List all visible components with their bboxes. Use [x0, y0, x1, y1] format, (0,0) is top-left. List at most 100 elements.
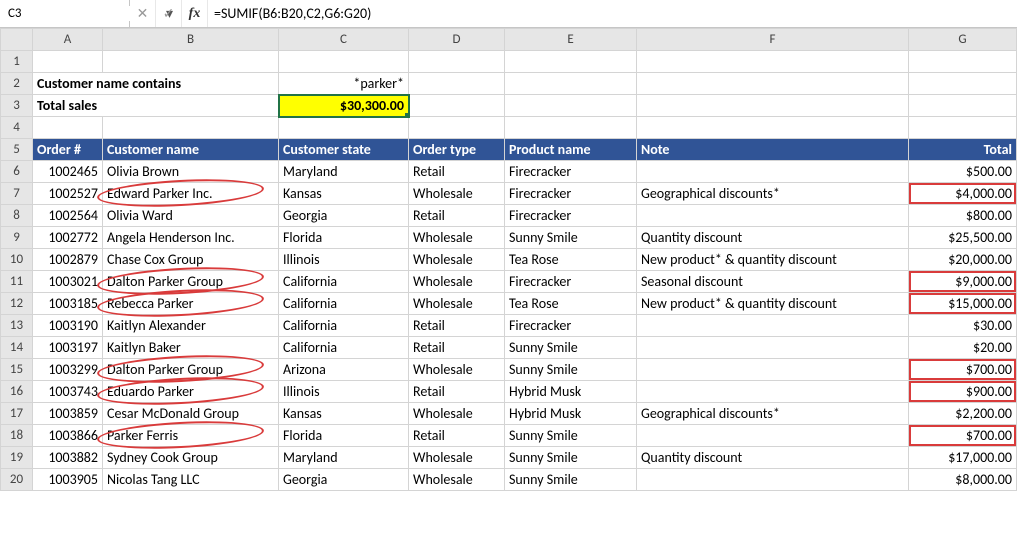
cell-total[interactable]: $15,000.00	[909, 293, 1017, 315]
cell-customer[interactable]: Olivia Brown	[103, 161, 279, 183]
cell-order[interactable]: 1003859	[33, 403, 103, 425]
cell[interactable]	[33, 51, 103, 73]
cell-order[interactable]: 1003743	[33, 381, 103, 403]
cell-note[interactable]	[637, 337, 909, 359]
col-header-E[interactable]: E	[505, 29, 637, 51]
cell-order[interactable]: 1003882	[33, 447, 103, 469]
enter-icon[interactable]: ✓	[156, 0, 182, 27]
cell[interactable]	[909, 95, 1017, 117]
cell-product[interactable]: Tea Rose	[505, 249, 637, 271]
row-header[interactable]: 10	[1, 249, 33, 271]
cell[interactable]	[505, 73, 637, 95]
cell-order[interactable]: 1002465	[33, 161, 103, 183]
cell[interactable]	[637, 117, 909, 139]
cell-customer[interactable]: Olivia Ward	[103, 205, 279, 227]
cell-type[interactable]: Wholesale	[409, 271, 505, 293]
cell[interactable]	[103, 117, 279, 139]
cell-order[interactable]: 1002527	[33, 183, 103, 205]
cell-note[interactable]: Quantity discount	[637, 227, 909, 249]
cell-product[interactable]: Hybrid Musk	[505, 403, 637, 425]
cell-product[interactable]: Hybrid Musk	[505, 381, 637, 403]
cell-total[interactable]: $4,000.00	[909, 183, 1017, 205]
row-header[interactable]: 16	[1, 381, 33, 403]
criteria-value-name[interactable]: *parker*	[279, 73, 409, 95]
cell-total[interactable]: $8,000.00	[909, 469, 1017, 491]
row-header[interactable]: 17	[1, 403, 33, 425]
cell-product[interactable]: Sunny Smile	[505, 227, 637, 249]
cell-type[interactable]: Wholesale	[409, 183, 505, 205]
cell-type[interactable]: Retail	[409, 315, 505, 337]
cell-product[interactable]: Sunny Smile	[505, 469, 637, 491]
select-all-corner[interactable]	[1, 29, 33, 51]
cell-product[interactable]: Firecracker	[505, 271, 637, 293]
criteria-label-total[interactable]: Total sales	[33, 95, 279, 117]
cell[interactable]	[909, 51, 1017, 73]
cell-type[interactable]: Wholesale	[409, 293, 505, 315]
col-header-G[interactable]: G	[909, 29, 1017, 51]
table-header-total[interactable]: Total	[909, 139, 1017, 161]
row-header[interactable]: 19	[1, 447, 33, 469]
cell[interactable]	[409, 95, 505, 117]
col-header-A[interactable]: A	[33, 29, 103, 51]
col-header-B[interactable]: B	[103, 29, 279, 51]
criteria-label-name[interactable]: Customer name contains	[33, 73, 279, 95]
row-header[interactable]: 15	[1, 359, 33, 381]
cell[interactable]	[637, 73, 909, 95]
cell-type[interactable]: Wholesale	[409, 447, 505, 469]
cell-order[interactable]: 1002772	[33, 227, 103, 249]
cell-total[interactable]: $17,000.00	[909, 447, 1017, 469]
cell-state[interactable]: Arizona	[279, 359, 409, 381]
cell-note[interactable]: Quantity discount	[637, 447, 909, 469]
cell-customer[interactable]: Chase Cox Group	[103, 249, 279, 271]
fx-icon[interactable]: fx	[182, 0, 208, 27]
cell-state[interactable]: Florida	[279, 227, 409, 249]
cell-customer[interactable]: Edward Parker Inc.	[103, 183, 279, 205]
cell-note[interactable]: Seasonal discount	[637, 271, 909, 293]
cell-state[interactable]: Maryland	[279, 161, 409, 183]
cell-order[interactable]: 1003866	[33, 425, 103, 447]
cell-total[interactable]: $30.00	[909, 315, 1017, 337]
cell-type[interactable]: Wholesale	[409, 227, 505, 249]
cell-total[interactable]: $800.00	[909, 205, 1017, 227]
cell-note[interactable]: Geographical discounts*	[637, 403, 909, 425]
cell-order[interactable]: 1003905	[33, 469, 103, 491]
cell-product[interactable]: Firecracker	[505, 315, 637, 337]
cancel-icon[interactable]: ✕	[130, 0, 156, 27]
cell-state[interactable]: California	[279, 293, 409, 315]
cell-product[interactable]: Sunny Smile	[505, 359, 637, 381]
cell-total[interactable]: $700.00	[909, 425, 1017, 447]
cell-customer[interactable]: Dalton Parker Group	[103, 359, 279, 381]
cell-note[interactable]: Geographical discounts*	[637, 183, 909, 205]
cell-customer[interactable]: Angela Henderson Inc.	[103, 227, 279, 249]
cell-total[interactable]: $700.00	[909, 359, 1017, 381]
cell[interactable]	[637, 95, 909, 117]
cell-note[interactable]	[637, 205, 909, 227]
cell-type[interactable]: Retail	[409, 161, 505, 183]
cell-state[interactable]: California	[279, 271, 409, 293]
cell-note[interactable]	[637, 359, 909, 381]
row-header[interactable]: 9	[1, 227, 33, 249]
cell[interactable]	[103, 51, 279, 73]
cell[interactable]	[505, 51, 637, 73]
cell[interactable]	[637, 51, 909, 73]
cell-product[interactable]: Firecracker	[505, 161, 637, 183]
cell-state[interactable]: California	[279, 337, 409, 359]
cell-order[interactable]: 1002879	[33, 249, 103, 271]
cell-total[interactable]: $2,200.00	[909, 403, 1017, 425]
row-header[interactable]: 2	[1, 73, 33, 95]
cell-state[interactable]: Florida	[279, 425, 409, 447]
cell-note[interactable]: New product* & quantity discount	[637, 249, 909, 271]
cell-note[interactable]: New product* & quantity discount	[637, 293, 909, 315]
cell-total[interactable]: $900.00	[909, 381, 1017, 403]
row-header[interactable]: 20	[1, 469, 33, 491]
row-header[interactable]: 18	[1, 425, 33, 447]
cell[interactable]	[409, 117, 505, 139]
cell-total[interactable]: $9,000.00	[909, 271, 1017, 293]
cell-note[interactable]	[637, 469, 909, 491]
cell-type[interactable]: Retail	[409, 381, 505, 403]
cell-customer[interactable]: Sydney Cook Group	[103, 447, 279, 469]
cell-state[interactable]: Georgia	[279, 205, 409, 227]
cell-customer[interactable]: Cesar McDonald Group	[103, 403, 279, 425]
cell[interactable]	[33, 117, 103, 139]
formula-input[interactable]	[208, 0, 1017, 27]
